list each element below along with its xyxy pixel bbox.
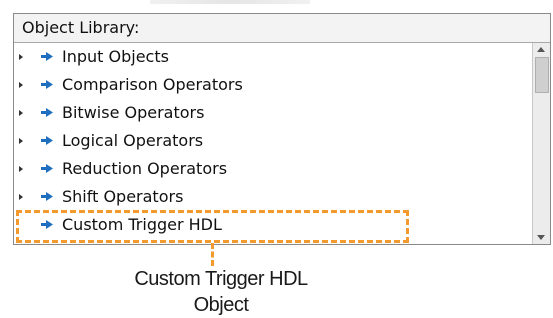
- callout-label: Custom Trigger HDL Object: [134, 268, 308, 316]
- object-icon: [41, 108, 53, 117]
- tree-item-label: Input Objects: [62, 47, 169, 66]
- scroll-down-arrow-icon[interactable]: [537, 235, 545, 240]
- tree-item-label: Logical Operators: [62, 131, 204, 150]
- tree-item-input-objects[interactable]: Input Objects: [14, 43, 532, 71]
- object-icon: [41, 52, 53, 61]
- object-icon: [41, 192, 53, 201]
- expand-arrow-icon[interactable]: [19, 110, 23, 116]
- object-icon: [41, 80, 53, 89]
- tree-item-label: Bitwise Operators: [62, 103, 205, 122]
- expand-arrow-icon[interactable]: [19, 82, 23, 88]
- tree-item-logical-operators[interactable]: Logical Operators: [14, 127, 532, 155]
- scrollbar-thumb[interactable]: [535, 57, 549, 93]
- object-icon: [41, 164, 53, 173]
- expand-arrow-icon[interactable]: [19, 138, 23, 144]
- expand-arrow-icon[interactable]: [19, 194, 23, 200]
- tree-item-label: Reduction Operators: [62, 159, 228, 178]
- tree-item-shift-operators[interactable]: Shift Operators: [14, 183, 532, 211]
- faded-background-text: [150, 0, 310, 4]
- tree-item-label: Shift Operators: [62, 187, 184, 206]
- callout-highlight-box: [16, 210, 409, 243]
- expand-arrow-icon[interactable]: [19, 166, 23, 172]
- object-icon: [41, 136, 53, 145]
- scroll-up-arrow-icon[interactable]: [537, 47, 545, 52]
- tree-item-label: Comparison Operators: [62, 75, 243, 94]
- vertical-scrollbar[interactable]: [532, 43, 550, 244]
- expand-arrow-icon[interactable]: [19, 54, 23, 60]
- callout-connector-line: [211, 243, 214, 266]
- tree-item-bitwise-operators[interactable]: Bitwise Operators: [14, 99, 532, 127]
- tree-item-comparison-operators[interactable]: Comparison Operators: [14, 71, 532, 99]
- tree-item-reduction-operators[interactable]: Reduction Operators: [14, 155, 532, 183]
- object-library-header: Object Library:: [14, 14, 550, 43]
